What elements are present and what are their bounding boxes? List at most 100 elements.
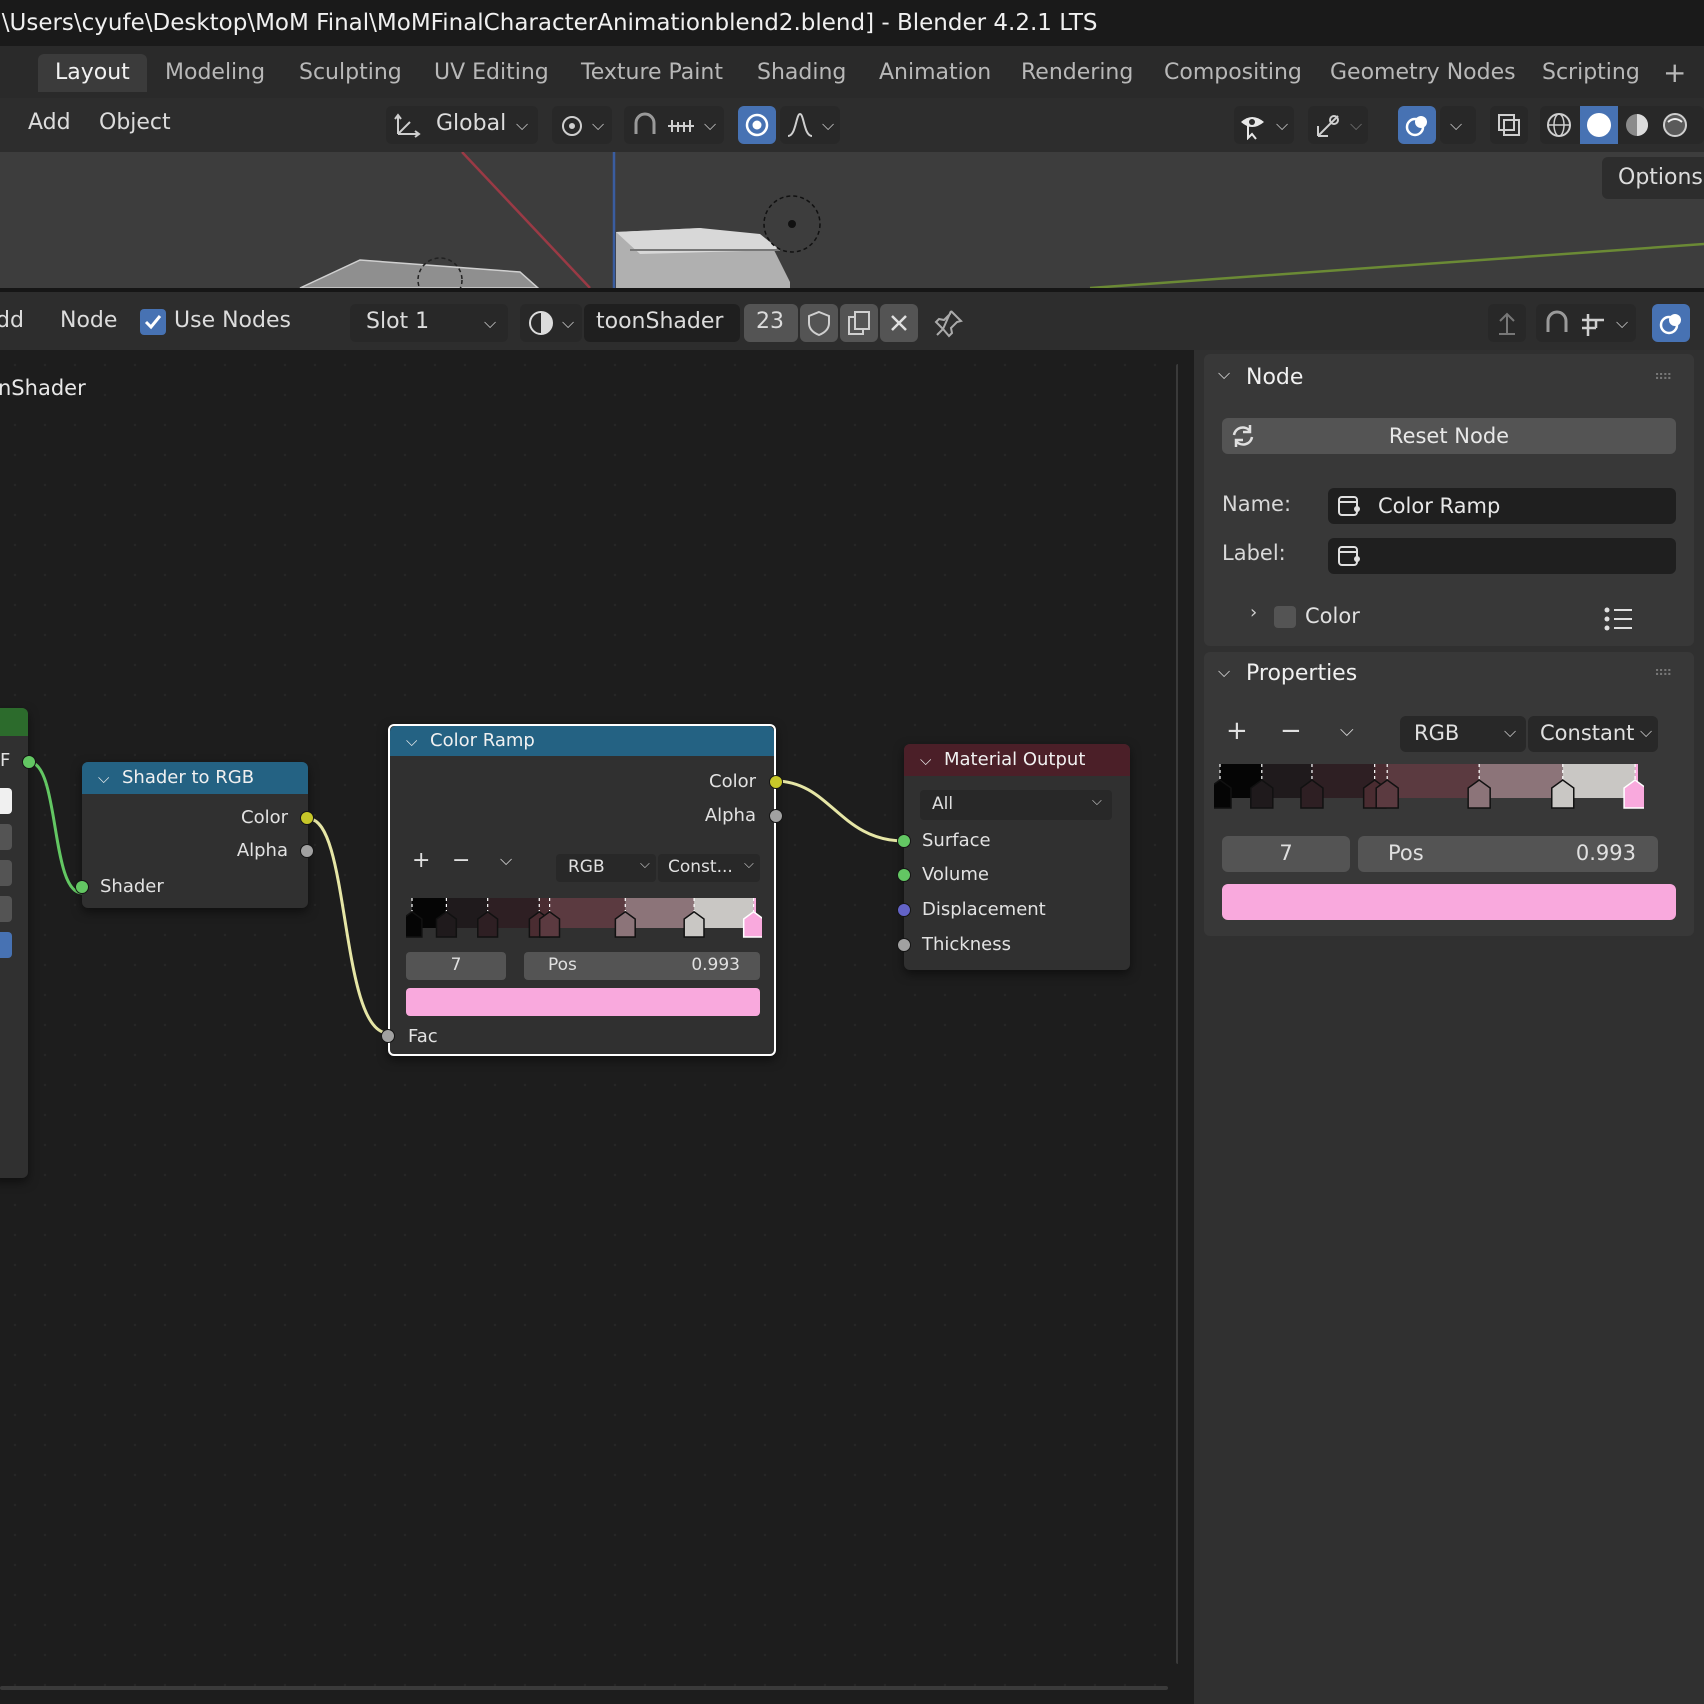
node-snapping-dropdown[interactable]: ⌵	[1536, 304, 1636, 342]
snapping-dropdown[interactable]: ⌵	[624, 106, 724, 144]
chevron-down-icon[interactable]: ⌵	[1218, 662, 1230, 682]
active-stop-index-field[interactable]: 7	[406, 952, 506, 980]
node-name-field[interactable]: Color Ramp	[1328, 488, 1676, 524]
color-ramp-widget[interactable]	[406, 898, 762, 944]
active-stop-color-swatch[interactable]	[406, 988, 760, 1016]
tab-uv-editing[interactable]: UV Editing	[417, 54, 566, 92]
add-workspace-button[interactable]: +	[1646, 54, 1703, 92]
tab-sculpting[interactable]: Sculpting	[282, 54, 419, 92]
list-icon[interactable]	[1602, 604, 1636, 634]
displacement-input-socket[interactable]	[897, 903, 911, 917]
target-dropdown[interactable]: All ⌵	[920, 790, 1112, 820]
color-output-socket[interactable]	[300, 811, 314, 825]
color-output-socket[interactable]	[769, 775, 783, 789]
field[interactable]	[0, 860, 12, 886]
active-stop-color-swatch[interactable]	[1222, 884, 1676, 920]
shader-output-socket[interactable]	[22, 755, 36, 769]
node-label-field[interactable]	[1328, 538, 1676, 574]
slot-dropdown[interactable]: Slot 1 ⌵	[350, 304, 508, 342]
shader-to-rgb-node[interactable]: ⌵ Shader to RGB Color Alpha Shader	[75, 762, 314, 908]
overlays-toggle[interactable]	[1398, 106, 1436, 144]
white-field[interactable]	[0, 788, 12, 814]
duplicate-material-button[interactable]	[840, 304, 878, 342]
gizmo-dropdown[interactable]: ⌵	[1308, 106, 1368, 144]
field[interactable]	[0, 896, 12, 922]
transform-orientation-dropdown[interactable]: Global ⌵	[386, 106, 538, 144]
stop-position-field[interactable]: Pos 0.993	[1358, 836, 1658, 872]
reset-node-button[interactable]: Reset Node	[1222, 418, 1676, 454]
chevron-down-icon[interactable]: ⌵	[1218, 364, 1230, 384]
tab-scripting[interactable]: Scripting	[1525, 54, 1657, 92]
color-ramp-widget[interactable]	[1214, 764, 1644, 814]
ramp-specials-dropdown[interactable]: ⌵	[1340, 720, 1354, 741]
color-ramp-node[interactable]: ⌵ Color Ramp Color Alpha + − ⌵ RGB ⌵ Con…	[381, 724, 783, 1056]
node-editor-canvas[interactable]: nShader F ⌵ Shader to RGB Color Alpha Sh…	[0, 350, 1178, 1704]
stop-position-field[interactable]: Pos 0.993	[524, 952, 760, 980]
rendered-shading-button[interactable]	[1660, 110, 1690, 140]
add-stop-button[interactable]: +	[412, 848, 430, 873]
horizontal-scrollbar[interactable]	[0, 1686, 1168, 1690]
field[interactable]	[0, 824, 12, 850]
menu-node[interactable]: Node	[60, 308, 117, 333]
falloff-dropdown[interactable]: ⌵	[780, 106, 840, 144]
parent-node-tree-button[interactable]	[1488, 304, 1526, 342]
alpha-output-socket[interactable]	[300, 844, 314, 858]
chevron-right-icon[interactable]: ›	[1250, 602, 1257, 623]
material-output-node[interactable]: ⌵ Material Output All ⌵ Surface Volume D…	[897, 744, 1130, 970]
unlink-material-button[interactable]	[880, 304, 918, 342]
tab-layout[interactable]: Layout	[38, 54, 147, 92]
fac-input-socket[interactable]	[381, 1029, 395, 1043]
drag-grip-icon[interactable]: ⠶⠶	[1654, 368, 1672, 384]
3d-viewport[interactable]: Options	[0, 152, 1704, 288]
sidebar-divider[interactable]	[1186, 350, 1194, 1704]
shader-input-socket[interactable]	[75, 880, 89, 894]
color-checkbox[interactable]	[1274, 606, 1296, 628]
solid-shading-button[interactable]	[1580, 106, 1618, 144]
browse-material-dropdown[interactable]: ⌵	[520, 304, 582, 342]
drag-grip-icon[interactable]: ⠶⠶	[1654, 664, 1672, 680]
output-alpha-label: Alpha	[236, 840, 288, 861]
xray-toggle[interactable]	[1490, 106, 1528, 144]
node-overlays-toggle[interactable]	[1652, 304, 1690, 342]
options-button[interactable]: Options	[1602, 157, 1704, 199]
tab-geometry-nodes[interactable]: Geometry Nodes	[1313, 54, 1533, 92]
material-preview-button[interactable]	[1622, 110, 1652, 140]
vertical-scrollbar[interactable]	[1176, 364, 1178, 1664]
menu-add[interactable]: dd	[0, 308, 24, 333]
active-stop-index-field[interactable]: 7	[1222, 836, 1350, 872]
user-count-button[interactable]: 23	[744, 304, 798, 342]
wireframe-shading-button[interactable]	[1544, 110, 1574, 140]
tab-modeling[interactable]: Modeling	[148, 54, 282, 92]
interpolation-dropdown[interactable]: Const... ⌵	[658, 854, 760, 882]
pin-icon[interactable]	[934, 308, 964, 338]
tab-shading[interactable]: Shading	[740, 54, 863, 92]
menu-add[interactable]: Add	[28, 110, 71, 135]
color-mode-value: RGB	[568, 857, 605, 877]
material-name-field[interactable]: toonShader	[584, 304, 740, 342]
input-shader-label: Shader	[100, 876, 164, 897]
menu-object[interactable]: Object	[99, 110, 171, 135]
thickness-input-socket[interactable]	[897, 938, 911, 952]
interpolation-dropdown[interactable]: Constant ⌵	[1528, 716, 1658, 752]
volume-input-socket[interactable]	[897, 868, 911, 882]
tab-texture-paint[interactable]: Texture Paint	[564, 54, 740, 92]
ramp-specials-dropdown[interactable]: ⌵	[500, 850, 512, 870]
proportional-editing-toggle[interactable]	[738, 106, 776, 144]
add-stop-button[interactable]: +	[1226, 716, 1248, 746]
overlays-dropdown[interactable]: ⌵	[1440, 106, 1476, 144]
alpha-output-socket[interactable]	[769, 809, 783, 823]
color-mode-dropdown[interactable]: RGB ⌵	[1400, 716, 1526, 752]
pivot-point-dropdown[interactable]: ⌵	[552, 106, 612, 144]
fake-user-button[interactable]	[800, 304, 838, 342]
tab-rendering[interactable]: Rendering	[1004, 54, 1150, 92]
remove-stop-button[interactable]: −	[1280, 716, 1302, 746]
visibility-dropdown[interactable]: ⌵	[1234, 106, 1294, 144]
tab-animation[interactable]: Animation	[862, 54, 1008, 92]
use-nodes-checkbox[interactable]	[140, 309, 166, 335]
partial-node[interactable]: F	[0, 708, 36, 1178]
remove-stop-button[interactable]: −	[452, 848, 470, 873]
surface-input-socket[interactable]	[897, 834, 911, 848]
blue-field[interactable]	[0, 932, 12, 958]
color-mode-dropdown[interactable]: RGB ⌵	[556, 854, 656, 882]
tab-compositing[interactable]: Compositing	[1147, 54, 1319, 92]
